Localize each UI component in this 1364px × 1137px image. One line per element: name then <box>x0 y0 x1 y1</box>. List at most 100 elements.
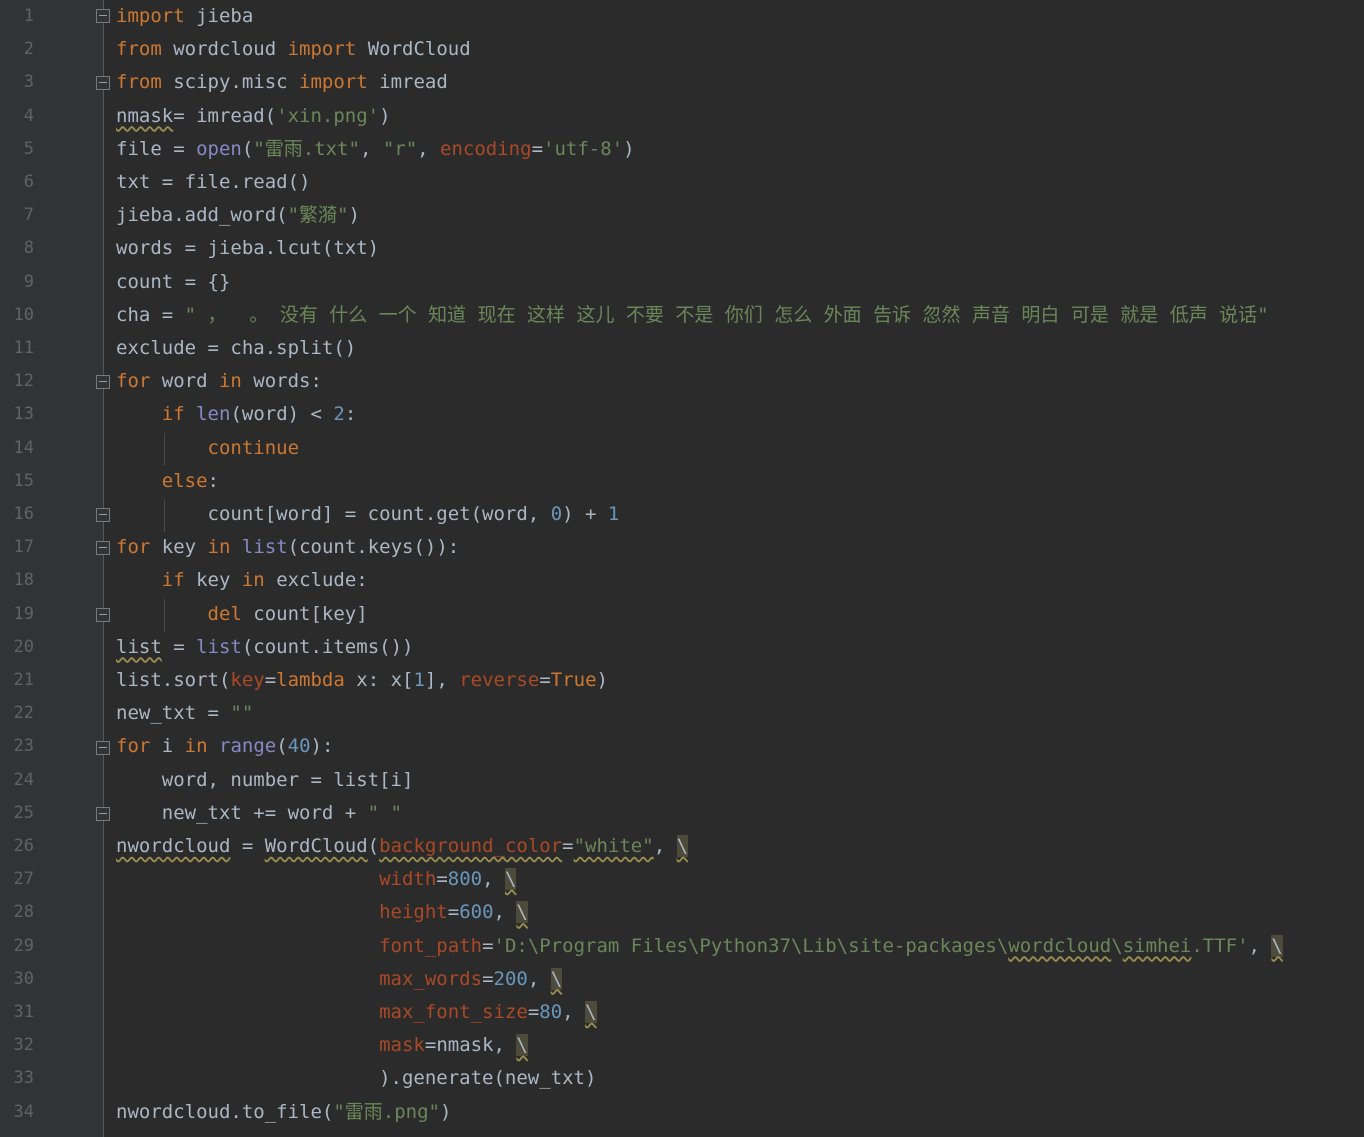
code-token: = <box>447 901 460 924</box>
code-token: range <box>219 735 277 758</box>
gutter-divider <box>103 0 104 1137</box>
code-line[interactable]: words = jieba.lcut(txt) <box>116 232 379 265</box>
code-line[interactable]: font_path='D:\Program Files\Python37\Lib… <box>116 930 1283 963</box>
code-token: width <box>379 868 437 891</box>
code-token: font_path <box>379 934 483 957</box>
code-token: , <box>359 137 383 160</box>
fold-collapse-icon[interactable] <box>96 741 110 755</box>
code-token: ], <box>424 669 460 691</box>
code-token: WordCloud <box>264 835 368 857</box>
code-line[interactable]: max_words=200, \ <box>116 963 563 996</box>
code-line[interactable]: list.sort(key=lambda x: x[1], reverse=Tr… <box>116 664 608 697</box>
line-number: 34 <box>13 1101 34 1122</box>
code-token: scipy.misc <box>161 71 300 94</box>
code-token: open <box>196 137 242 160</box>
fold-collapse-icon[interactable] <box>96 375 110 389</box>
code-line[interactable]: from wordcloud import WordCloud <box>116 33 471 66</box>
code-line[interactable]: import jieba <box>116 0 253 33</box>
code-token: for <box>116 735 151 758</box>
code-token: = <box>482 967 494 990</box>
code-token: 80 <box>539 1001 563 1023</box>
code-line[interactable]: cha = " ， 。 没有 什么 一个 知道 现在 这样 这儿 不要 不是 你… <box>116 299 1269 332</box>
code-token: 'D:\Program Files\Python37\Lib\site-pack… <box>493 934 1009 957</box>
line-number: 28 <box>13 902 34 923</box>
fold-collapse-icon[interactable] <box>96 9 110 23</box>
code-line[interactable]: new_txt += word + " " <box>116 797 402 830</box>
code-token: (word) < <box>230 403 334 426</box>
code-line[interactable]: count[word] = count.get(word, 0) + 1 <box>116 498 620 531</box>
code-token: words: <box>241 370 322 393</box>
code-line[interactable]: else: <box>116 465 219 498</box>
code-token: \ <box>585 1001 597 1023</box>
code-token: max_words <box>379 967 483 990</box>
code-line[interactable]: exclude = cha.split() <box>116 332 356 365</box>
code-line[interactable]: nmask= imread('xin.png') <box>116 100 391 133</box>
code-token: "雷雨.txt" <box>253 137 360 160</box>
code-line[interactable]: if len(word) < 2: <box>116 398 357 431</box>
code-line[interactable]: from scipy.misc import imread <box>116 66 448 99</box>
code-token: = <box>161 635 197 658</box>
code-line[interactable]: del count[key] <box>116 598 368 631</box>
code-line[interactable]: new_txt = "" <box>116 697 253 730</box>
code-token: .TTF' <box>1191 934 1249 957</box>
code-token: exclude: <box>264 569 368 592</box>
code-token: \ <box>1111 934 1123 957</box>
code-token: =nmask, <box>424 1034 517 1057</box>
code-line[interactable]: mask=nmask, \ <box>116 1029 528 1062</box>
line-number: 25 <box>13 802 34 823</box>
code-token: \ <box>516 901 528 924</box>
code-token: , <box>562 1001 586 1023</box>
code-line[interactable]: jieba.add_word("繁漪") <box>116 199 360 232</box>
code-line[interactable]: for key in list(count.keys()): <box>116 531 459 564</box>
code-line[interactable]: continue <box>116 432 300 465</box>
line-number: 21 <box>13 670 34 690</box>
code-token: if <box>161 403 185 426</box>
code-line[interactable]: for i in range(40): <box>116 730 333 763</box>
line-number: 3 <box>23 72 34 93</box>
code-token: = <box>436 868 448 891</box>
code-token: simhei <box>1122 934 1192 957</box>
code-line[interactable]: max_font_size=80, \ <box>116 996 597 1029</box>
code-token: "繁漪" <box>287 204 349 227</box>
code-line[interactable]: if key in exclude: <box>116 564 368 597</box>
code-editor[interactable]: 1 2 3 4 5 6 7 8 9 10 11 12 13 14 15 16 17 18 19 20 21 22 23 24 2… <box>0 0 1364 1137</box>
code-token: mask <box>379 1034 425 1057</box>
code-token: ) + <box>562 503 608 525</box>
code-token: ( <box>367 835 380 857</box>
fold-end-icon[interactable] <box>96 807 110 821</box>
code-line[interactable]: ).generate(new_txt) <box>116 1062 596 1095</box>
line-number: 11 <box>13 338 34 358</box>
line-number: 27 <box>13 869 34 890</box>
code-token: nwordcloud <box>116 835 231 857</box>
code-line[interactable]: word, number = list[i] <box>116 764 414 797</box>
code-token: background_color <box>379 835 563 857</box>
code-token: word <box>150 370 219 393</box>
code-line[interactable]: width=800, \ <box>116 863 517 896</box>
line-number: 29 <box>13 935 34 956</box>
code-token: : <box>344 403 357 426</box>
code-token: count = {} <box>116 270 231 293</box>
line-number: 9 <box>23 271 34 292</box>
code-line[interactable]: for word in words: <box>116 365 322 398</box>
code-token: , <box>417 137 441 160</box>
code-token: " " <box>367 801 402 824</box>
fold-collapse-icon[interactable] <box>96 541 110 555</box>
code-token: " ， 。 没有 什么 一个 知道 现在 这样 这儿 不要 不是 你们 怎么 外… <box>184 303 1269 326</box>
fold-end-icon[interactable] <box>96 508 110 522</box>
code-line[interactable]: txt = file.read() <box>116 166 310 199</box>
fold-end-icon[interactable] <box>96 608 110 622</box>
code-line[interactable]: nwordcloud.to_file("雷雨.png") <box>116 1096 451 1129</box>
code-line[interactable]: list = list(count.items()) <box>116 631 413 664</box>
code-line[interactable]: nwordcloud = WordCloud(background_color=… <box>116 830 689 863</box>
code-token: (count.keys()): <box>287 536 460 559</box>
fold-end-icon[interactable] <box>96 76 110 90</box>
code-line[interactable]: height=600, \ <box>116 896 528 929</box>
code-line[interactable]: count = {} <box>116 266 230 299</box>
code-line[interactable]: file = open("雷雨.txt", "r", encoding='utf… <box>116 133 635 166</box>
line-number: 13 <box>13 404 34 425</box>
